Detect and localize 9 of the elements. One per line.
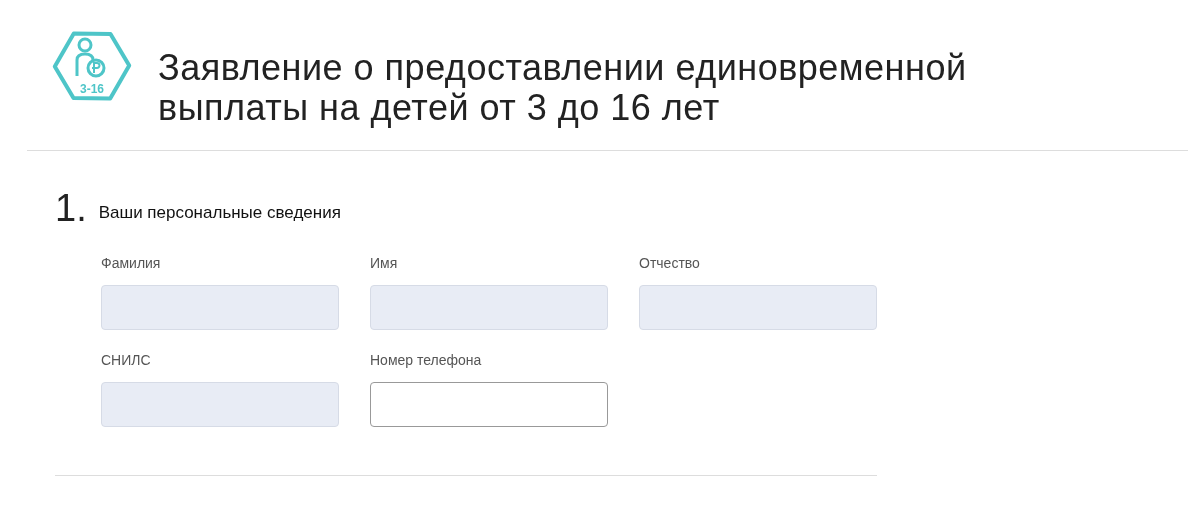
field-label: Фамилия [101, 254, 162, 273]
page-title: Заявление о предоставлении единовременной выплаты на детей от 3 до 16 лет [158, 48, 968, 128]
section-title: Ваши персональные сведения [98, 201, 341, 224]
field-label: Имя [370, 254, 399, 273]
section-number: 1. [55, 189, 87, 227]
field-label: Отчество [639, 254, 701, 273]
field-label: СНИЛС [101, 351, 152, 370]
input-field[interactable] [370, 382, 608, 427]
field-label: Номер телефона [370, 351, 483, 370]
